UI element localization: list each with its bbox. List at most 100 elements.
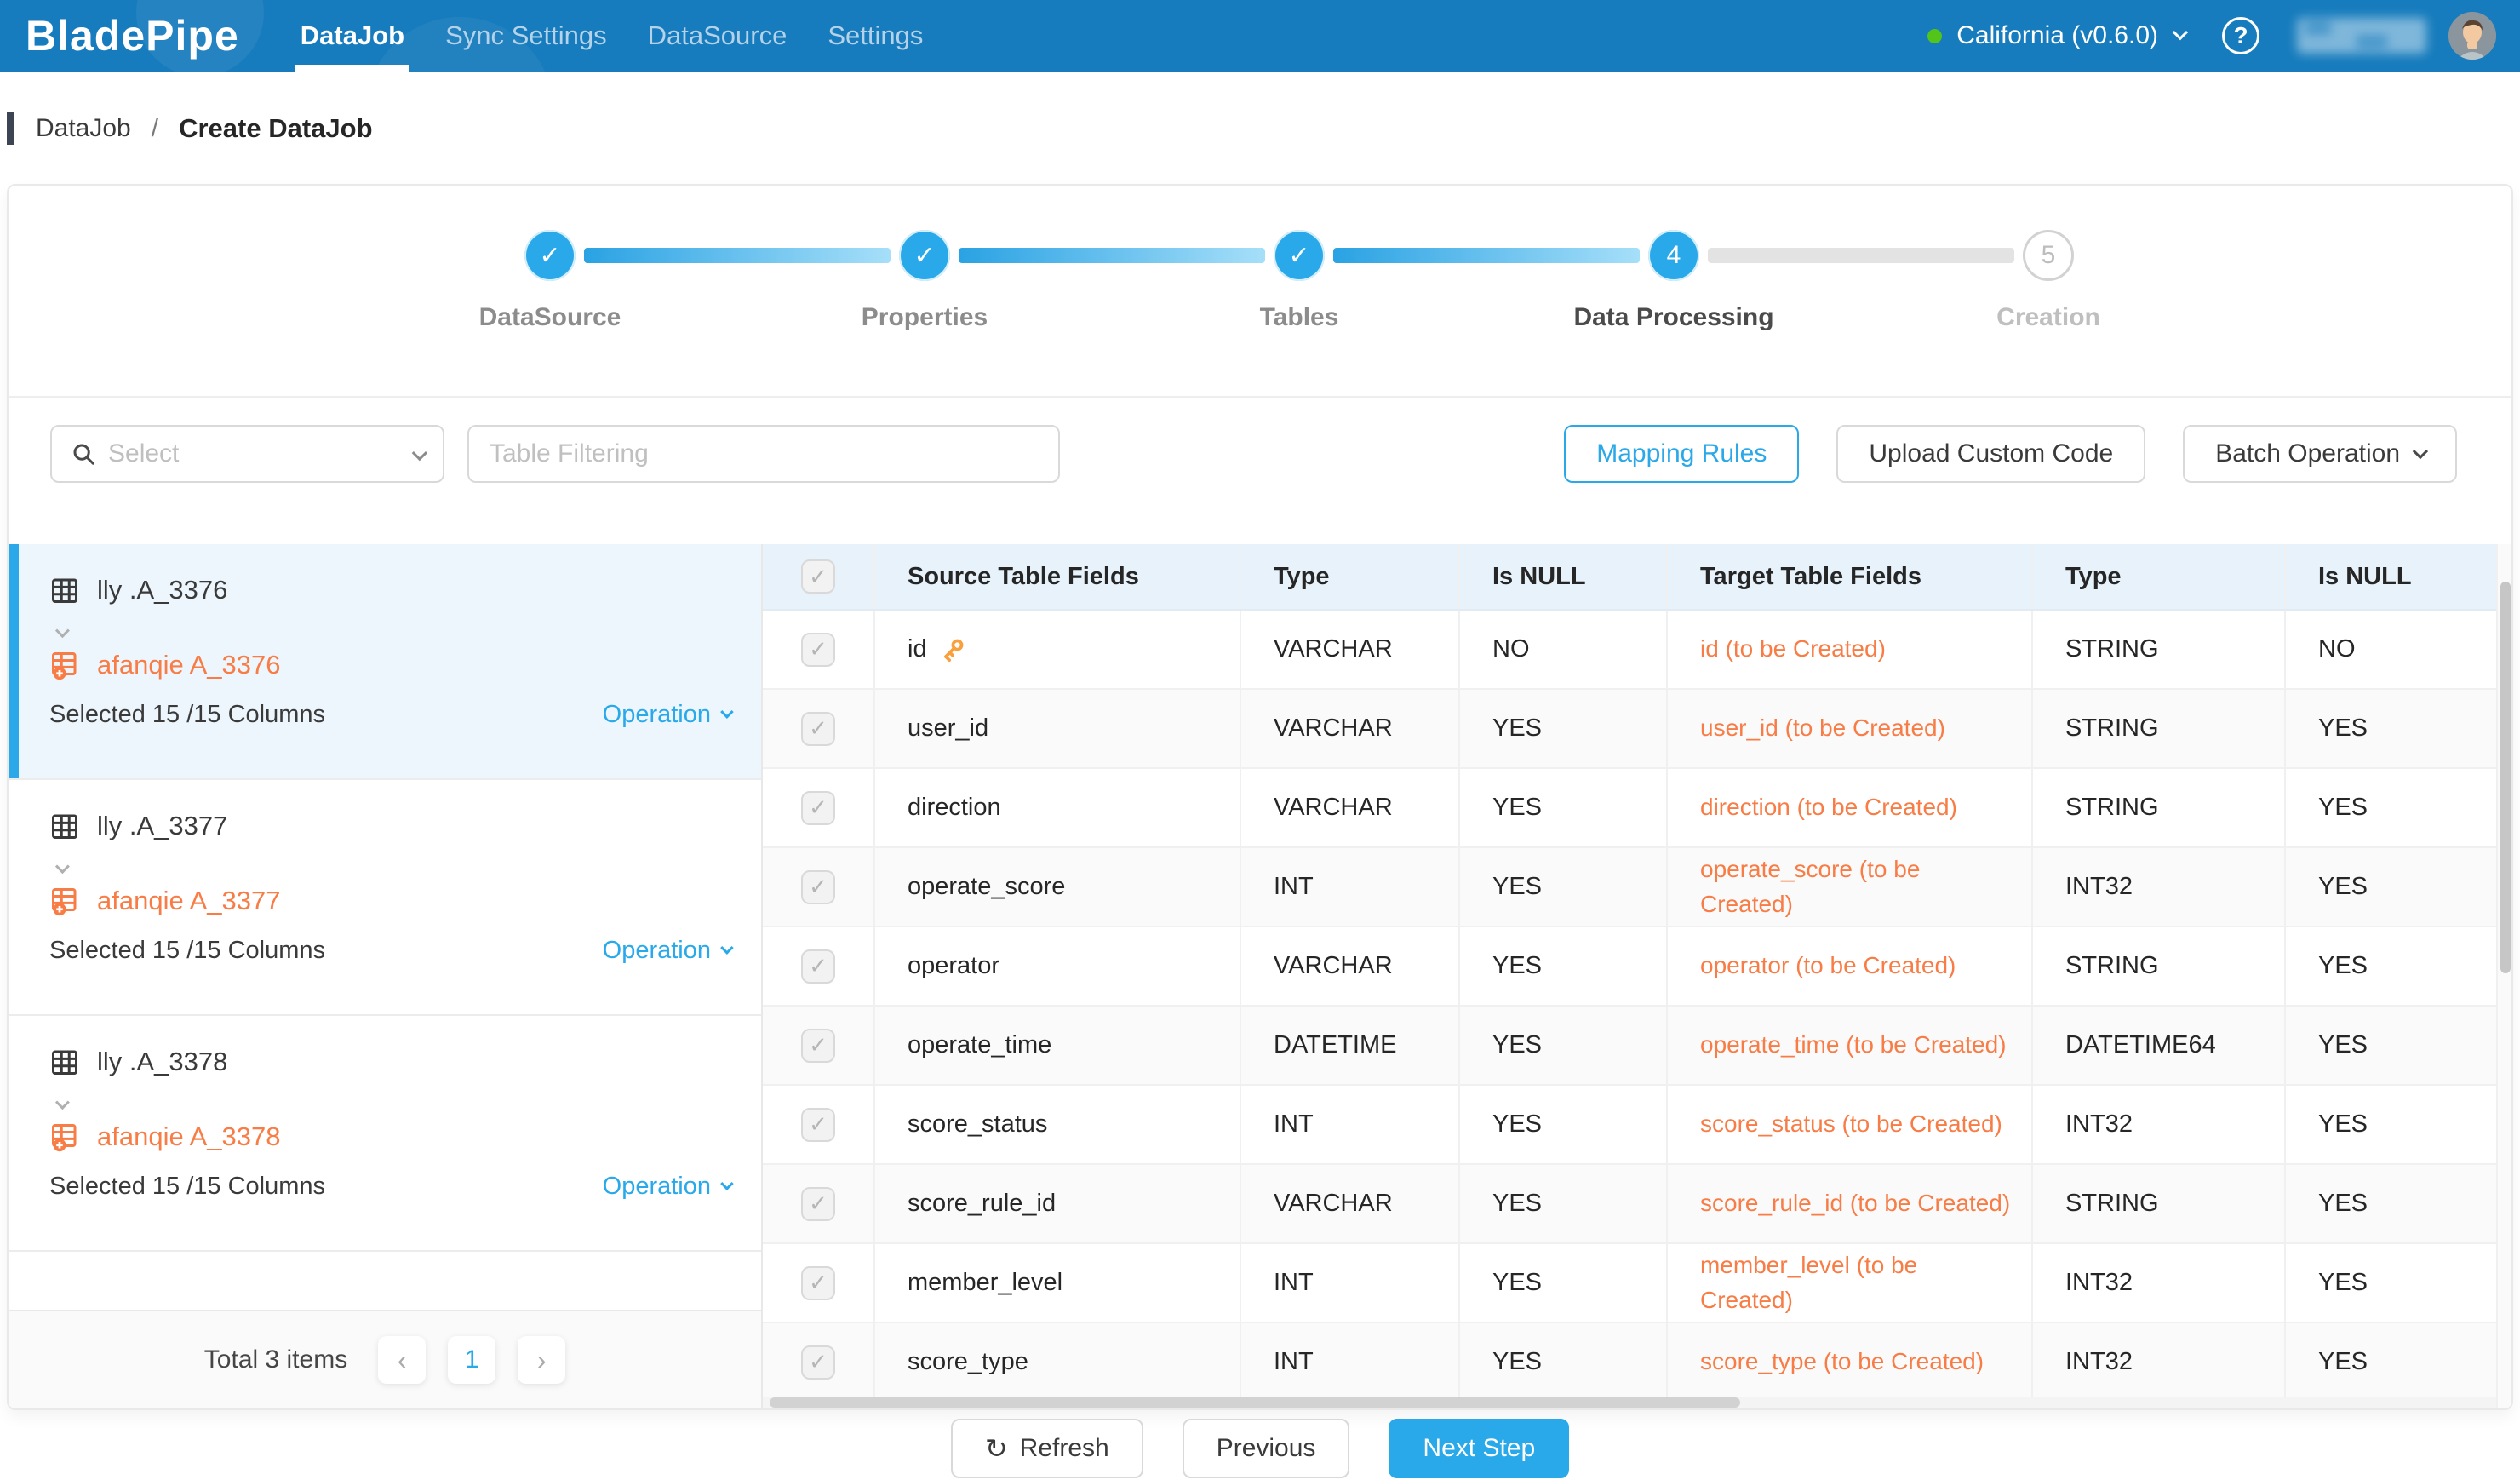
step-number: 4 [1667, 241, 1681, 270]
step-indicator: 4 [1648, 230, 1699, 281]
step-indicator: ✓ [524, 230, 576, 281]
mapping-rules-button[interactable]: Mapping Rules [1564, 425, 1799, 483]
expand-toggle[interactable] [56, 626, 66, 641]
field-row: score_status IN [763, 1086, 2511, 1165]
header-target-type: Type [2033, 544, 2286, 609]
target-field-type: INT32 [2065, 873, 2133, 901]
nav-item[interactable]: DataJob [280, 0, 425, 72]
source-field-name: member_level [908, 1269, 1062, 1297]
field-row: score_rule_id V [763, 1165, 2511, 1244]
operation-menu-link[interactable]: Operation [603, 937, 730, 965]
target-field-type: INT32 [2065, 1269, 2133, 1297]
target-table-row: afanqie A_3377 [49, 886, 281, 916]
breadcrumb-parent[interactable]: DataJob [36, 114, 131, 143]
wizard-step: 5 Creation [1861, 186, 2236, 396]
next-step-button[interactable]: Next Step [1389, 1419, 1569, 1478]
primary-key-icon [939, 636, 966, 663]
wizard-actions: ↻ Refresh Previous Next Step [0, 1419, 2520, 1478]
help-icon[interactable]: ? [2222, 17, 2259, 54]
source-table-icon [49, 811, 80, 841]
header-source-fields: Source Table Fields [875, 544, 1241, 609]
row-checkbox[interactable] [801, 949, 835, 984]
table-list-panel: lly .A_3376 [9, 544, 763, 1408]
source-field-isnull: NO [1492, 635, 1530, 663]
vertical-scrollbar[interactable] [2496, 544, 2511, 1408]
source-table-icon [49, 1047, 80, 1077]
chevron-down-icon[interactable] [2173, 24, 2188, 39]
bladepipe-logo: BladePipe [26, 11, 239, 60]
select-dropdown[interactable]: Select [50, 425, 444, 483]
row-checkbox[interactable] [801, 712, 835, 746]
target-field-type: INT32 [2065, 1110, 2133, 1139]
source-table-name: lly .A_3377 [97, 811, 227, 841]
table-list-item[interactable]: lly .A_3378 [9, 1016, 761, 1252]
upload-custom-code-button[interactable]: Upload Custom Code [1836, 425, 2145, 483]
field-rows: id VARCHAR [763, 611, 2511, 1403]
source-field-type: VARCHAR [1274, 952, 1393, 980]
table-filter-input[interactable]: Table Filtering [467, 425, 1060, 483]
target-field-isnull: YES [2318, 1110, 2368, 1139]
row-checkbox[interactable] [801, 1266, 835, 1300]
row-checkbox[interactable] [801, 1345, 835, 1380]
row-checkbox[interactable] [801, 1187, 835, 1221]
select-all-checkbox[interactable] [801, 559, 835, 594]
target-field-type: STRING [2065, 952, 2159, 980]
env-name: California (v0.6.0) [1956, 21, 2158, 50]
wizard-step: ✓ Tables [1112, 186, 1486, 396]
chevron-down-icon [55, 623, 70, 638]
item-meta-row: Selected 15 /15 Columns Operation [49, 1173, 730, 1201]
content-area: lly .A_3376 [9, 544, 2511, 1408]
batch-operation-button[interactable]: Batch Operation [2183, 425, 2457, 483]
nav-item-label: Settings [828, 20, 923, 50]
expand-toggle[interactable] [56, 1098, 66, 1113]
row-checkbox[interactable] [801, 1029, 835, 1063]
target-table-add-icon [49, 886, 80, 916]
nav-item[interactable]: Sync Settings [425, 0, 627, 72]
field-row: direction VARCH [763, 769, 2511, 848]
page-number-button[interactable]: 1 [448, 1336, 495, 1384]
row-checkbox[interactable] [801, 870, 835, 904]
source-field-isnull: YES [1492, 1348, 1542, 1376]
source-field-isnull: YES [1492, 1190, 1542, 1218]
target-field-isnull: YES [2318, 1269, 2368, 1297]
source-field-isnull: YES [1492, 1269, 1542, 1297]
target-field-isnull: YES [2318, 794, 2368, 822]
refresh-button[interactable]: ↻ Refresh [951, 1419, 1143, 1478]
nav-item[interactable]: Settings [807, 0, 943, 72]
horizontal-scrollbar[interactable] [763, 1397, 2496, 1408]
username-blurred [2297, 18, 2426, 54]
vertical-scrollbar-thumb[interactable] [2500, 582, 2511, 973]
table-list-item[interactable]: lly .A_3377 [9, 780, 761, 1016]
main-card: ✓ DataSource ✓ Properties ✓ [7, 184, 2513, 1410]
target-field-isnull: NO [2318, 635, 2356, 663]
target-field-isnull: YES [2318, 714, 2368, 743]
row-checkbox[interactable] [801, 633, 835, 667]
row-checkbox[interactable] [801, 791, 835, 825]
target-field-type: STRING [2065, 794, 2159, 822]
item-meta-row: Selected 15 /15 Columns Operation [49, 701, 730, 729]
target-field-name: direction (to be Created) [1700, 790, 1957, 825]
prev-page-button[interactable]: ‹ [378, 1336, 426, 1384]
source-field-isnull: YES [1492, 1031, 1542, 1059]
step-label: DataSource [363, 303, 737, 332]
previous-label: Previous [1217, 1434, 1316, 1463]
avatar-illustration [2448, 12, 2496, 60]
operation-menu-link[interactable]: Operation [603, 1173, 730, 1201]
target-table-row: afanqie A_3378 [49, 1121, 281, 1152]
wizard-stepper: ✓ DataSource ✓ Properties ✓ [9, 186, 2511, 396]
operation-menu-link[interactable]: Operation [603, 701, 730, 729]
table-list-item[interactable]: lly .A_3376 [9, 544, 761, 780]
source-table-name: lly .A_3378 [97, 1047, 227, 1077]
step-indicator: ✓ [899, 230, 950, 281]
next-page-button[interactable]: › [518, 1336, 565, 1384]
source-field-type: VARCHAR [1274, 1190, 1393, 1218]
row-checkbox[interactable] [801, 1108, 835, 1142]
nav-item-label: DataJob [301, 20, 404, 50]
horizontal-scrollbar-thumb[interactable] [770, 1397, 1740, 1408]
target-field-name: operator (to be Created) [1700, 949, 1956, 984]
avatar[interactable] [2448, 12, 2496, 60]
source-field-name: score_type [908, 1348, 1028, 1376]
expand-toggle[interactable] [56, 862, 66, 877]
nav-item[interactable]: DataSource [627, 0, 808, 72]
previous-button[interactable]: Previous [1183, 1419, 1350, 1478]
